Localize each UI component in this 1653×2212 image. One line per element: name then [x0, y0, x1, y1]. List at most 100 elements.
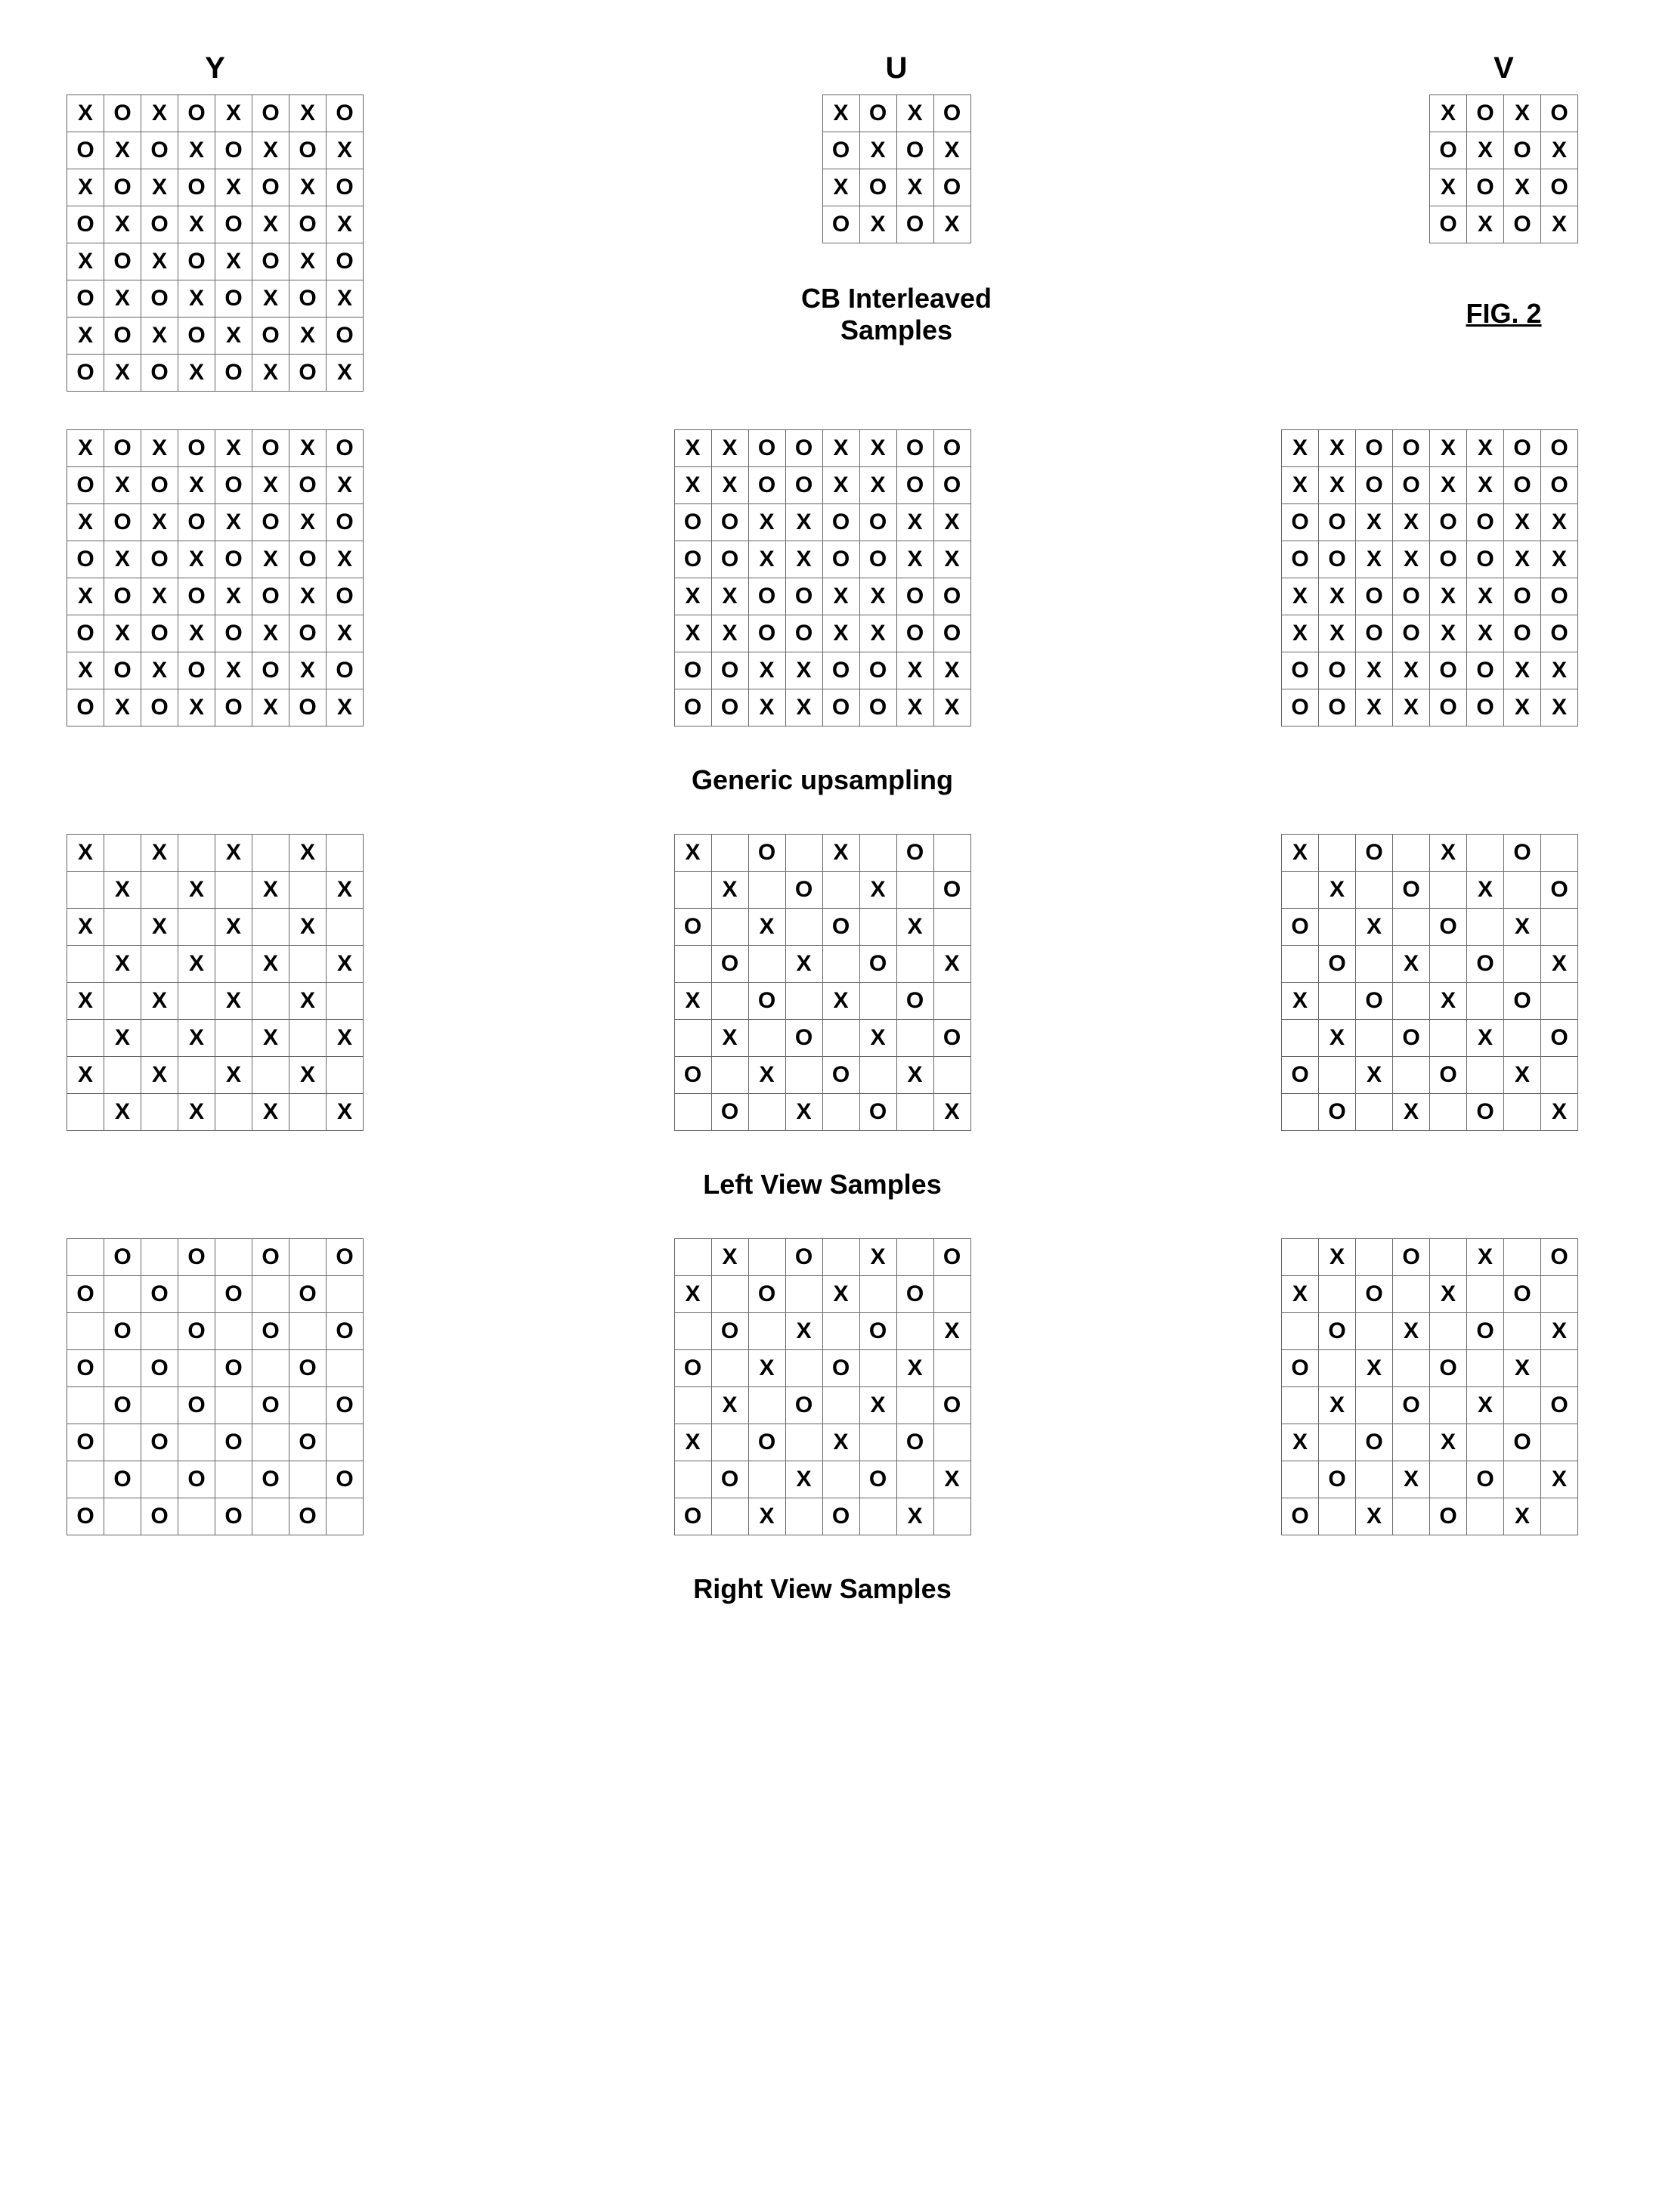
- grid-cell: X: [1356, 909, 1393, 946]
- grid-cell: [67, 1094, 104, 1131]
- grid-cell: O: [104, 1461, 141, 1498]
- grid-cell: O: [252, 1313, 289, 1350]
- grid-cell: X: [67, 169, 104, 206]
- grid-cell: X: [1282, 430, 1319, 467]
- grid-cell: O: [327, 95, 364, 132]
- grid-cell: X: [1393, 652, 1430, 689]
- grid-cell: O: [104, 1387, 141, 1424]
- grid-cell: O: [1467, 1094, 1504, 1131]
- grid-cell: [289, 1461, 327, 1498]
- grid-cell: O: [1319, 652, 1356, 689]
- grid-cell: [67, 1313, 104, 1350]
- grid-cell: [1430, 1313, 1467, 1350]
- grid-cell: [711, 1276, 748, 1313]
- grid-cell: O: [1393, 578, 1430, 615]
- grid-cell: O: [1430, 132, 1467, 169]
- grid-cell: O: [215, 689, 252, 726]
- grid-cell: O: [1319, 541, 1356, 578]
- row3: XXXXXXXXXXXXXXXXXXXXXXXXXXXXXXXX XOXOXOX…: [67, 834, 1578, 1131]
- grid-cell: X: [1393, 1313, 1430, 1350]
- grid-cell: X: [1319, 872, 1356, 909]
- grid-cell: [1319, 1350, 1356, 1387]
- grid-cell: O: [67, 1350, 104, 1387]
- grid-cell: X: [674, 983, 711, 1020]
- grid-cell: X: [859, 615, 896, 652]
- grid-cell: O: [1504, 615, 1541, 652]
- grid-row3-u: XOXOXOXOOXOXOXOXXOXOXOXOOXOXOXOX: [674, 834, 971, 1131]
- grid-cell: X: [215, 578, 252, 615]
- grid-cell: O: [711, 946, 748, 983]
- grid-cell: X: [1504, 1057, 1541, 1094]
- grid-cell: [67, 1387, 104, 1424]
- grid-cell: X: [1541, 946, 1578, 983]
- grid-cell: X: [104, 541, 141, 578]
- grid-cell: X: [822, 95, 859, 132]
- grid-cell: O: [896, 835, 933, 872]
- grid-cell: X: [215, 983, 252, 1020]
- grid-cell: [178, 1057, 215, 1094]
- grid-cell: [215, 1387, 252, 1424]
- grid-cell: O: [141, 541, 178, 578]
- grid-cell: [896, 1313, 933, 1350]
- grid-cell: X: [1356, 1057, 1393, 1094]
- grid-cell: O: [141, 1276, 178, 1313]
- grid-cell: X: [1541, 1461, 1578, 1498]
- grid-cell: X: [1430, 983, 1467, 1020]
- grid-cell: O: [178, 652, 215, 689]
- grid-cell: X: [1467, 872, 1504, 909]
- grid-cell: O: [252, 652, 289, 689]
- grid-cell: [1467, 983, 1504, 1020]
- grid-cell: X: [104, 355, 141, 392]
- grid-row3-v: XOXOXOXOOXOXOXOXXOXOXOXOOXOXOXOX: [1281, 834, 1578, 1131]
- grid-cell: X: [674, 430, 711, 467]
- grid-cell: X: [67, 909, 104, 946]
- grid-cell: O: [1467, 1313, 1504, 1350]
- grid-cell: X: [327, 1094, 364, 1131]
- grid-cell: [785, 1057, 822, 1094]
- grid-cell: O: [1541, 872, 1578, 909]
- grid-cell: [67, 1239, 104, 1276]
- grid-cell: O: [327, 318, 364, 355]
- grid-cell: X: [289, 835, 327, 872]
- grid-cell: [859, 983, 896, 1020]
- grid-cell: [252, 909, 289, 946]
- grid-cell: O: [289, 355, 327, 392]
- grid-cell: X: [178, 689, 215, 726]
- grid-cell: X: [252, 689, 289, 726]
- caption-cb-interleaved: CB Interleaved Samples: [801, 283, 992, 346]
- grid-cell: O: [933, 95, 970, 132]
- grid-cell: X: [1393, 504, 1430, 541]
- grid-cell: [252, 1498, 289, 1535]
- grid-cell: O: [896, 615, 933, 652]
- grid-cell: [252, 983, 289, 1020]
- grid-cell: O: [289, 541, 327, 578]
- grid-cell: O: [327, 1239, 364, 1276]
- grid-cell: X: [933, 689, 970, 726]
- grid-cell: O: [1430, 689, 1467, 726]
- grid-cell: X: [1282, 1276, 1319, 1313]
- grid-cell: O: [1504, 1424, 1541, 1461]
- grid-cell: X: [748, 1498, 785, 1535]
- grid-cell: X: [859, 206, 896, 243]
- grid-cell: [822, 1461, 859, 1498]
- grid-cell: X: [1430, 169, 1467, 206]
- grid-cell: X: [785, 652, 822, 689]
- grid-cell: O: [67, 132, 104, 169]
- grid-cell: X: [252, 1020, 289, 1057]
- grid-cell: O: [67, 467, 104, 504]
- grid-cell: O: [896, 1424, 933, 1461]
- grid-cell: [1504, 1387, 1541, 1424]
- grid-cell: [748, 1094, 785, 1131]
- grid-cell: O: [1393, 1239, 1430, 1276]
- grid-cell: X: [289, 909, 327, 946]
- grid-cell: O: [141, 1424, 178, 1461]
- grid-cell: O: [748, 983, 785, 1020]
- grid-cell: X: [215, 169, 252, 206]
- grid-cell: O: [933, 169, 970, 206]
- grid-cell: O: [1430, 206, 1467, 243]
- grid-cell: X: [1319, 1387, 1356, 1424]
- grid-cell: X: [1541, 206, 1578, 243]
- grid-cell: X: [67, 95, 104, 132]
- grid-cell: X: [252, 1094, 289, 1131]
- grid-cell: O: [215, 132, 252, 169]
